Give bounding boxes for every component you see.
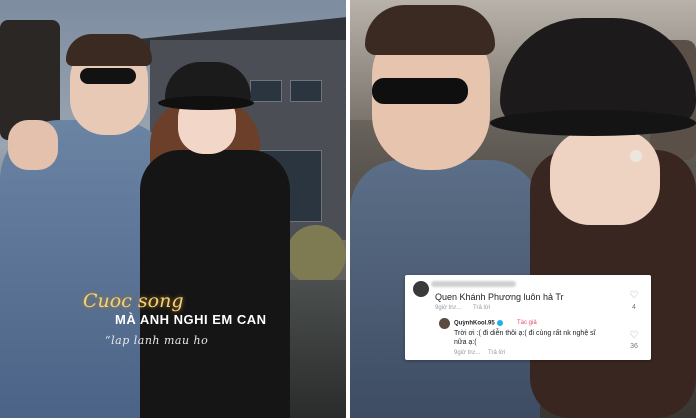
- heart-icon[interactable]: ♡: [626, 290, 642, 301]
- man-hair: [365, 5, 495, 55]
- author-badge: Tác giả: [517, 320, 537, 326]
- pointing-hand: [8, 120, 58, 170]
- comment-card: Quen Khánh Phương luôn hả Tr 9giờ trư...…: [405, 275, 651, 360]
- man-hair: [66, 34, 152, 66]
- comment-text: Quen Khánh Phương luôn hả Tr: [435, 292, 564, 302]
- commenter-avatar[interactable]: [413, 281, 429, 297]
- woman-hat-brim: [490, 110, 696, 136]
- woman-figure: [140, 150, 290, 418]
- heart-icon[interactable]: ♡: [626, 330, 642, 341]
- author-name[interactable]: QuỳnhKool.95: [454, 320, 503, 327]
- reply-link[interactable]: Trả lời: [488, 350, 505, 356]
- left-photo: Cuoc song MÀ ANH NGHI EM CAN “lap lanh m…: [0, 0, 346, 418]
- sunglasses: [372, 78, 468, 104]
- sunglasses: [80, 68, 136, 84]
- earring: [630, 150, 642, 162]
- commenter-name-blurred: [431, 281, 516, 287]
- comment-time: 9giờ trư...: [435, 305, 462, 311]
- woman-hat-brim: [158, 96, 254, 110]
- caption-sub: “lap lanh mau ho: [105, 334, 209, 347]
- reply-text-line2: nữa ạ:(: [454, 339, 477, 346]
- author-avatar[interactable]: [439, 318, 450, 329]
- reply-text-line1: Trời ơi :( đi diễn thôi ạ:( đi cùng rất …: [454, 330, 596, 337]
- verified-icon: [496, 320, 503, 326]
- woman-face: [550, 130, 660, 225]
- caption-title: Cuoc song: [83, 290, 184, 312]
- reply-time: 9giờ trư...: [454, 350, 481, 356]
- reply-link[interactable]: Trả lời: [473, 305, 490, 311]
- like-count: 36: [630, 343, 638, 350]
- caption-main: MÀ ANH NGHI EM CAN: [115, 312, 267, 327]
- like-count: 4: [632, 304, 636, 311]
- bush: [286, 225, 346, 285]
- right-photo: Quen Khánh Phương luôn hả Tr 9giờ trư...…: [350, 0, 696, 418]
